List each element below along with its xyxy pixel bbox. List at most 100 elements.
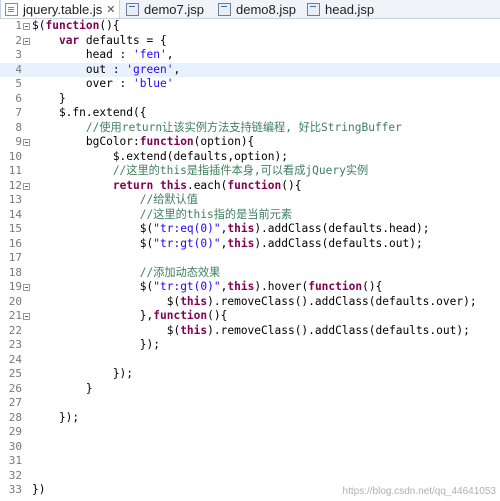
- line-number: 7: [15, 106, 22, 119]
- code-line[interactable]: 8 //使用return让该实例方法支持链编程, 好比StringBuffer: [0, 121, 500, 136]
- code-line[interactable]: 4 out : 'green',: [0, 62, 500, 77]
- code-line[interactable]: 1 $(function(){: [0, 19, 500, 34]
- code-line[interactable]: 6 }: [0, 92, 500, 107]
- code-line[interactable]: 11 //这里的this是指插件本身,可以看成jQuery实例: [0, 164, 500, 179]
- code-text: }): [32, 483, 45, 498]
- code-line[interactable]: 27: [0, 396, 500, 411]
- code-token: $(: [32, 222, 154, 235]
- code-text: //使用return让该实例方法支持链编程, 好比StringBuffer: [32, 121, 402, 136]
- code-line[interactable]: 15 $("tr:eq(0)",this).addClass(defaults.…: [0, 222, 500, 237]
- code-line[interactable]: 25 });: [0, 367, 500, 382]
- keyword-token: this: [227, 236, 255, 250]
- tab-label: head.jsp: [325, 1, 375, 17]
- code-line[interactable]: 14 //这里的this指的是当前元素: [0, 208, 500, 223]
- code-text: //这里的this指的是当前元素: [32, 208, 292, 223]
- code-text: over : 'blue': [32, 77, 174, 92]
- jsp-file-icon: [218, 2, 231, 16]
- code-text: $("tr:eq(0)",this).addClass(defaults.hea…: [32, 222, 430, 237]
- code-line[interactable]: 5 over : 'blue': [0, 77, 500, 92]
- tab-jquery-table-js[interactable]: jquery.table.js ✕: [0, 0, 120, 18]
- string-token: 'fen': [133, 48, 167, 61]
- line-number: 11: [8, 164, 22, 177]
- code-token: $(: [32, 280, 154, 293]
- code-line[interactable]: 10 $.extend(defaults,option);: [0, 150, 500, 165]
- code-token: .each(: [186, 178, 228, 192]
- code-text: $(function(){: [32, 19, 120, 34]
- code-line[interactable]: 13 //给默认值: [0, 193, 500, 208]
- line-number: 31: [8, 454, 22, 467]
- tab-head-jsp[interactable]: head.jsp: [307, 0, 374, 18]
- close-icon[interactable]: ✕: [106, 3, 115, 16]
- line-number: 8: [15, 120, 22, 134]
- line-number: 15: [8, 222, 22, 235]
- code-text: }: [32, 382, 93, 397]
- line-number: 30: [8, 439, 22, 453]
- line-number: 3: [15, 48, 22, 61]
- line-number: 1: [15, 19, 22, 32]
- comment-token: //给默认值: [32, 193, 198, 206]
- keyword-token: return: [112, 178, 154, 192]
- keyword-token: this: [160, 178, 187, 192]
- string-token: "tr:gt(0)": [153, 236, 221, 250]
- code-line[interactable]: 3 head : 'fen',: [0, 48, 500, 63]
- code-token: }: [32, 381, 93, 395]
- code-line[interactable]: 29: [0, 425, 500, 440]
- tab-demo7-jsp[interactable]: demo7.jsp: [126, 0, 204, 18]
- line-number: 21: [8, 309, 22, 322]
- comment-token: //添加动态效果: [32, 265, 221, 279]
- line-number: 24: [8, 352, 22, 366]
- code-token: (){: [207, 309, 228, 322]
- code-token: });: [32, 338, 160, 351]
- line-number: 19: [8, 280, 22, 293]
- fold-collapse-icon[interactable]: [23, 23, 30, 30]
- code-text: }: [32, 92, 66, 107]
- code-token: ).addClass(defaults.out);: [254, 236, 423, 250]
- code-text: $(this).removeClass().addClass(defaults.…: [32, 295, 477, 310]
- code-text: bgColor:function(option){: [32, 135, 254, 150]
- code-line[interactable]: 32: [0, 469, 500, 484]
- code-line[interactable]: 7 $.fn.extend({: [0, 106, 500, 121]
- tab-label: jquery.table.js: [23, 1, 103, 17]
- code-line[interactable]: 20 $(this).removeClass().addClass(defaul…: [0, 295, 500, 310]
- code-line[interactable]: 2 var defaults = {: [0, 34, 500, 49]
- line-number: 14: [8, 207, 22, 221]
- tab-label: demo7.jsp: [144, 1, 204, 17]
- code-line[interactable]: 22 $(this).removeClass().addClass(defaul…: [0, 324, 500, 339]
- code-token: }): [32, 483, 46, 496]
- code-token: ).addClass(defaults.head);: [254, 222, 430, 235]
- code-token: $.extend(defaults,option);: [32, 149, 288, 163]
- line-number: 26: [8, 381, 22, 395]
- string-token: "tr:eq(0)": [153, 222, 221, 235]
- code-token: out :: [32, 62, 127, 76]
- keyword-token: this: [227, 280, 255, 293]
- code-line[interactable]: 12 return this.each(function(){: [0, 179, 500, 194]
- code-line[interactable]: 18 //添加动态效果: [0, 266, 500, 281]
- string-token: 'green': [126, 62, 174, 76]
- code-line[interactable]: 31: [0, 454, 500, 469]
- keyword-token: function: [139, 135, 194, 148]
- fold-collapse-icon[interactable]: [23, 37, 30, 45]
- code-line[interactable]: 30: [0, 440, 500, 455]
- code-line[interactable]: 17: [0, 251, 500, 266]
- code-line[interactable]: 21 },function(){: [0, 309, 500, 324]
- code-token: $(: [32, 294, 181, 308]
- fold-collapse-icon[interactable]: [23, 284, 30, 291]
- code-line[interactable]: 19 $("tr:gt(0)",this).hover(function(){: [0, 280, 500, 295]
- code-line[interactable]: 26 }: [0, 382, 500, 397]
- code-line[interactable]: 23 });: [0, 338, 500, 353]
- fold-collapse-icon[interactable]: [23, 139, 30, 146]
- keyword-token: this: [180, 323, 208, 337]
- fold-collapse-icon[interactable]: [23, 182, 30, 190]
- code-text: $.extend(defaults,option);: [32, 150, 288, 165]
- tab-demo8-jsp[interactable]: demo8.jsp: [218, 0, 296, 18]
- line-number: 9: [15, 135, 22, 148]
- code-editor[interactable]: 1 $(function(){2 var defaults = {3 head :…: [0, 19, 500, 498]
- line-number: 23: [8, 338, 22, 351]
- code-line[interactable]: 24: [0, 353, 500, 368]
- code-line[interactable]: 9 bgColor:function(option){: [0, 135, 500, 150]
- fold-collapse-icon[interactable]: [23, 313, 30, 320]
- code-line[interactable]: 28 });: [0, 411, 500, 426]
- code-line[interactable]: 16 $("tr:gt(0)",this).addClass(defaults.…: [0, 237, 500, 252]
